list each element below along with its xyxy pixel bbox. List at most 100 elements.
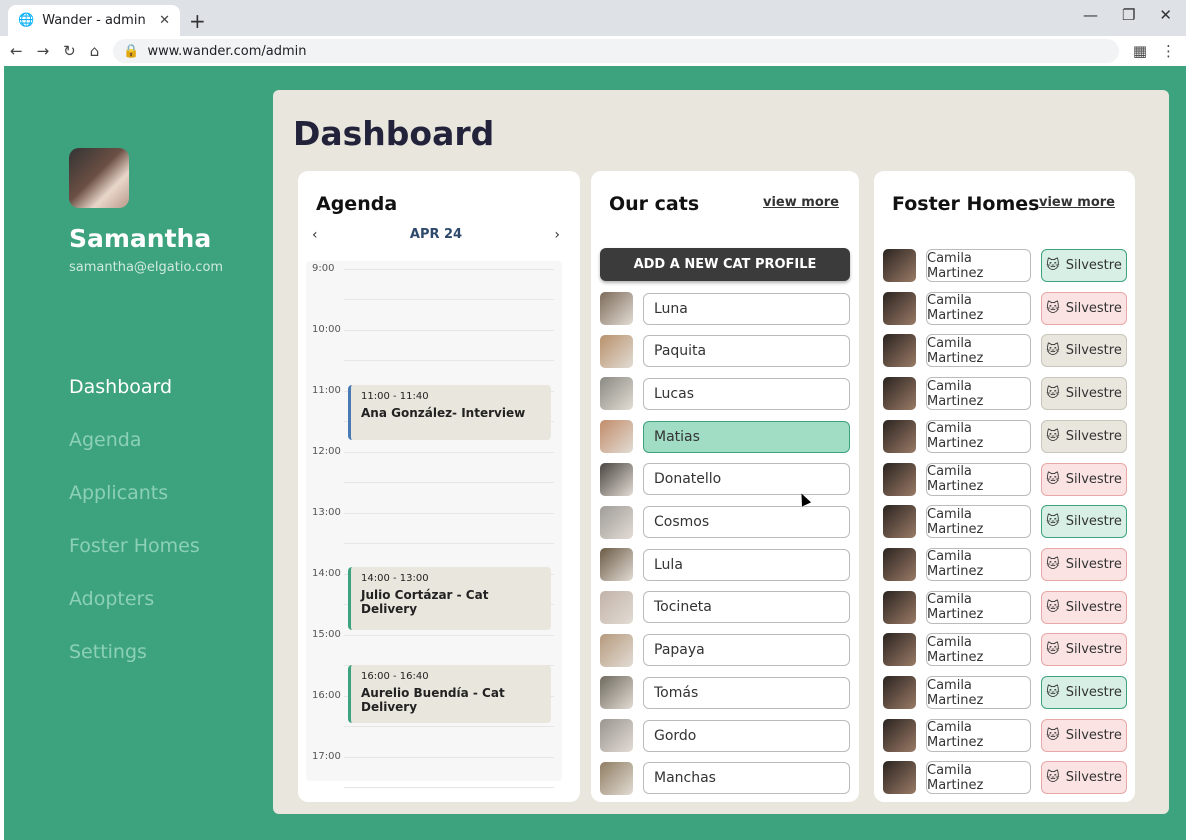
foster-row[interactable]: Camila Martinez 🐱 Silvestre <box>883 590 1127 624</box>
cat-name-field[interactable]: Gordo <box>643 719 850 752</box>
foster-cat-badge[interactable]: 🐱 Silvestre <box>1041 419 1127 453</box>
nav-item-adopters[interactable]: Adopters <box>69 588 200 610</box>
cat-row[interactable]: Lucas <box>600 377 850 411</box>
cat-name-field[interactable]: Cosmos <box>643 506 850 538</box>
foster-row[interactable]: Camila Martinez 🐱 Silvestre <box>883 676 1127 709</box>
home-icon[interactable]: ⌂ <box>90 42 100 60</box>
restore-icon[interactable]: ❐ <box>1122 6 1135 24</box>
foster-cat-badge[interactable]: 🐱 Silvestre <box>1041 462 1127 496</box>
cat-name-field[interactable]: Lula <box>643 548 850 581</box>
cat-face-icon: 🐱 <box>1046 642 1060 658</box>
chevron-left-icon[interactable]: ‹ <box>312 227 318 243</box>
nav-item-agenda[interactable]: Agenda <box>69 429 200 451</box>
foster-name-field[interactable]: Camila Martinez <box>926 419 1031 453</box>
cat-row[interactable]: Donatello <box>600 462 850 496</box>
foster-row[interactable]: Camila Martinez 🐱 Silvestre <box>883 718 1127 752</box>
foster-cat-name: Silvestre <box>1065 386 1122 402</box>
main-panel: Dashboard Agenda ‹ APR 24 › 9:00 10:00 11:… <box>273 90 1169 814</box>
foster-name-field[interactable]: Camila Martinez <box>926 633 1031 667</box>
back-icon[interactable]: ← <box>10 42 23 60</box>
nav-item-dashboard[interactable]: Dashboard <box>69 376 200 398</box>
add-cat-button[interactable]: ADD A NEW CAT PROFILE <box>600 248 850 281</box>
new-tab-icon[interactable]: + <box>189 9 206 33</box>
foster-avatar <box>883 334 916 368</box>
foster-row[interactable]: Camila Martinez 🐱 Silvestre <box>883 761 1127 795</box>
forward-icon[interactable]: → <box>37 42 50 60</box>
cat-row[interactable]: Gordo <box>600 719 850 752</box>
agenda-event[interactable]: 14:00 - 13:00 Julio Cortázar - Cat Delive… <box>348 567 551 630</box>
agenda-event[interactable]: 16:00 - 16:40 Aurelio Buendía - Cat Deliv… <box>348 665 551 723</box>
foster-cat-badge[interactable]: 🐱 Silvestre <box>1041 505 1127 539</box>
foster-cat-badge[interactable]: 🐱 Silvestre <box>1041 590 1127 624</box>
cat-row[interactable]: Tocineta <box>600 590 850 624</box>
foster-name-field[interactable]: Camila Martinez <box>926 547 1031 581</box>
foster-name-field[interactable]: Camila Martinez <box>926 334 1031 368</box>
address-bar[interactable]: 🔒 www.wander.com/admin <box>113 39 1119 63</box>
cat-row[interactable]: Cosmos <box>600 505 850 539</box>
cat-name-field[interactable]: Tocineta <box>643 591 850 624</box>
cat-row[interactable]: Papaya <box>600 633 850 667</box>
foster-cat-badge[interactable]: 🐱 Silvestre <box>1041 761 1127 795</box>
foster-cat-badge[interactable]: 🐱 Silvestre <box>1041 633 1127 667</box>
foster-name-field[interactable]: Camila Martinez <box>926 249 1031 282</box>
foster-cat-badge[interactable]: 🐱 Silvestre <box>1041 377 1127 411</box>
foster-name-field[interactable]: Camila Martinez <box>926 505 1031 539</box>
cat-row[interactable]: Lula <box>600 548 850 582</box>
cat-row[interactable]: Paquita <box>600 334 850 368</box>
foster-name-field[interactable]: Camila Martinez <box>926 462 1031 496</box>
foster-avatar <box>883 633 916 667</box>
cat-name-field[interactable]: Lucas <box>643 377 850 410</box>
foster-cat-badge[interactable]: 🐱 Silvestre <box>1041 291 1127 325</box>
foster-row[interactable]: Camila Martinez 🐱 Silvestre <box>883 291 1127 325</box>
foster-name-field[interactable]: Camila Martinez <box>926 590 1031 624</box>
cat-name-field[interactable]: Tomás <box>643 676 850 709</box>
foster-cat-badge[interactable]: 🐱 Silvestre <box>1041 249 1127 282</box>
cats-view-more-link[interactable]: view more <box>763 195 839 210</box>
cat-row[interactable]: Manchas <box>600 761 850 795</box>
hour-gridline <box>344 513 554 514</box>
foster-name-field[interactable]: Camila Martinez <box>926 291 1031 325</box>
foster-row[interactable]: Camila Martinez 🐱 Silvestre <box>883 633 1127 667</box>
foster-name-field[interactable]: Camila Martinez <box>926 718 1031 752</box>
menu-icon[interactable]: ⋮ <box>1161 42 1176 60</box>
cat-name-field[interactable]: Luna <box>643 292 850 325</box>
close-window-icon[interactable]: ✕ <box>1159 6 1172 24</box>
foster-row[interactable]: Camila Martinez 🐱 Silvestre <box>883 462 1127 496</box>
agenda-timeline[interactable]: 9:00 10:00 11:00 12:00 13:00 14:00 15:00 16:00 1… <box>306 261 562 788</box>
foster-row[interactable]: Camila Martinez 🐱 Silvestre <box>883 419 1127 453</box>
cat-name-field[interactable]: Manchas <box>643 762 850 795</box>
hour-gridline <box>344 360 554 361</box>
foster-row[interactable]: Camila Martinez 🐱 Silvestre <box>883 334 1127 368</box>
foster-cat-badge[interactable]: 🐱 Silvestre <box>1041 334 1127 368</box>
foster-name-field[interactable]: Camila Martinez <box>926 377 1031 411</box>
foster-view-more-link[interactable]: view more <box>1039 195 1115 210</box>
nav-item-foster-homes[interactable]: Foster Homes <box>69 535 200 557</box>
cat-name-field[interactable]: Papaya <box>643 634 850 667</box>
cat-row[interactable]: Tomás <box>600 676 850 710</box>
browser-tab[interactable]: 🌐 Wander - admin ✕ <box>8 5 180 36</box>
nav-item-applicants[interactable]: Applicants <box>69 482 200 504</box>
foster-cat-badge[interactable]: 🐱 Silvestre <box>1041 718 1127 752</box>
cat-row[interactable]: Matias <box>600 420 850 454</box>
foster-row[interactable]: Camila Martinez 🐱 Silvestre <box>883 377 1127 411</box>
cat-photo <box>600 633 633 667</box>
chevron-right-icon[interactable]: › <box>554 227 560 243</box>
nav-item-settings[interactable]: Settings <box>69 641 200 663</box>
close-tab-icon[interactable]: ✕ <box>159 13 170 28</box>
foster-name-field[interactable]: Camila Martinez <box>926 676 1031 709</box>
foster-row[interactable]: Camila Martinez 🐱 Silvestre <box>883 505 1127 539</box>
hour-label: 9:00 <box>312 263 335 274</box>
foster-name-field[interactable]: Camila Martinez <box>926 761 1031 795</box>
reload-icon[interactable]: ↻ <box>63 42 76 60</box>
cat-name-field[interactable]: Paquita <box>643 335 850 368</box>
foster-row[interactable]: Camila Martinez 🐱 Silvestre <box>883 547 1127 581</box>
agenda-event[interactable]: 11:00 - 11:40 Ana González- Interview <box>348 385 551 440</box>
cat-row[interactable]: Luna <box>600 292 850 325</box>
foster-row[interactable]: Camila Martinez 🐱 Silvestre <box>883 249 1127 282</box>
cat-name-field[interactable]: Matias <box>643 420 850 453</box>
cat-name-field[interactable]: Donatello <box>643 463 850 496</box>
foster-cat-badge[interactable]: 🐱 Silvestre <box>1041 547 1127 581</box>
foster-cat-badge[interactable]: 🐱 Silvestre <box>1041 676 1127 709</box>
extension-icon[interactable]: ▦ <box>1133 42 1147 60</box>
minimize-icon[interactable]: — <box>1083 6 1098 24</box>
